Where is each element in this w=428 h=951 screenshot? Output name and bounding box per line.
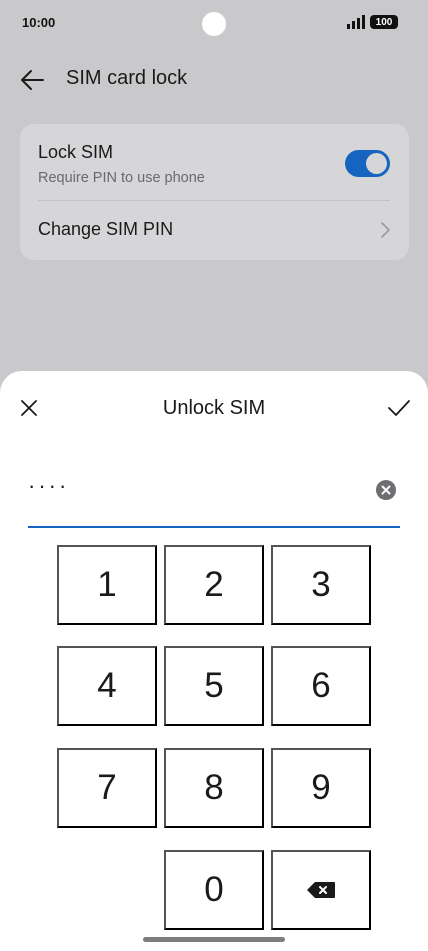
back-arrow-icon[interactable]: [18, 66, 46, 94]
home-indicator[interactable]: [143, 937, 285, 942]
key-4[interactable]: 4: [57, 646, 157, 726]
key-1[interactable]: 1: [57, 545, 157, 625]
page-title: SIM card lock: [66, 67, 188, 89]
key-9[interactable]: 9: [271, 748, 371, 828]
key-7[interactable]: 7: [57, 748, 157, 828]
sheet-title: Unlock SIM: [162, 397, 266, 419]
lock-sim-row[interactable]: Lock SIM Require PIN to use phone: [20, 124, 409, 200]
clear-circle-icon[interactable]: [375, 479, 397, 501]
camera-dot: [202, 12, 226, 36]
battery-icon: 100: [370, 15, 398, 29]
pin-input[interactable]: ····: [28, 471, 400, 528]
lock-sim-title: Lock SIM: [38, 142, 114, 162]
checkmark-icon[interactable]: [386, 396, 412, 420]
change-sim-pin-label: Change SIM PIN: [38, 219, 174, 239]
pin-value: ····: [28, 473, 70, 498]
key-5[interactable]: 5: [164, 646, 264, 726]
app-header: SIM card lock: [0, 56, 428, 104]
toggle-knob: [366, 153, 387, 174]
backspace-key[interactable]: [271, 850, 371, 930]
status-bar: 10:00 100: [0, 0, 428, 48]
lock-sim-toggle[interactable]: [345, 150, 390, 177]
signal-icon: [347, 15, 365, 29]
pin-underline: [28, 526, 400, 528]
battery-level: 100: [375, 16, 393, 28]
change-sim-pin-row[interactable]: Change SIM PIN: [20, 201, 409, 260]
backspace-icon: [307, 882, 335, 898]
chevron-right-icon: [381, 222, 390, 238]
status-time: 10:00: [22, 15, 56, 30]
key-0[interactable]: 0: [164, 850, 264, 930]
unlock-sim-sheet: Unlock SIM ···· 1 2 3 4 5 6 7 8 9 0: [0, 371, 428, 951]
sim-lock-settings-card: Lock SIM Require PIN to use phone Change…: [20, 124, 409, 260]
key-8[interactable]: 8: [164, 748, 264, 828]
key-6[interactable]: 6: [271, 646, 371, 726]
lock-sim-subtitle: Require PIN to use phone: [38, 170, 205, 186]
key-3[interactable]: 3: [271, 545, 371, 625]
key-2[interactable]: 2: [164, 545, 264, 625]
